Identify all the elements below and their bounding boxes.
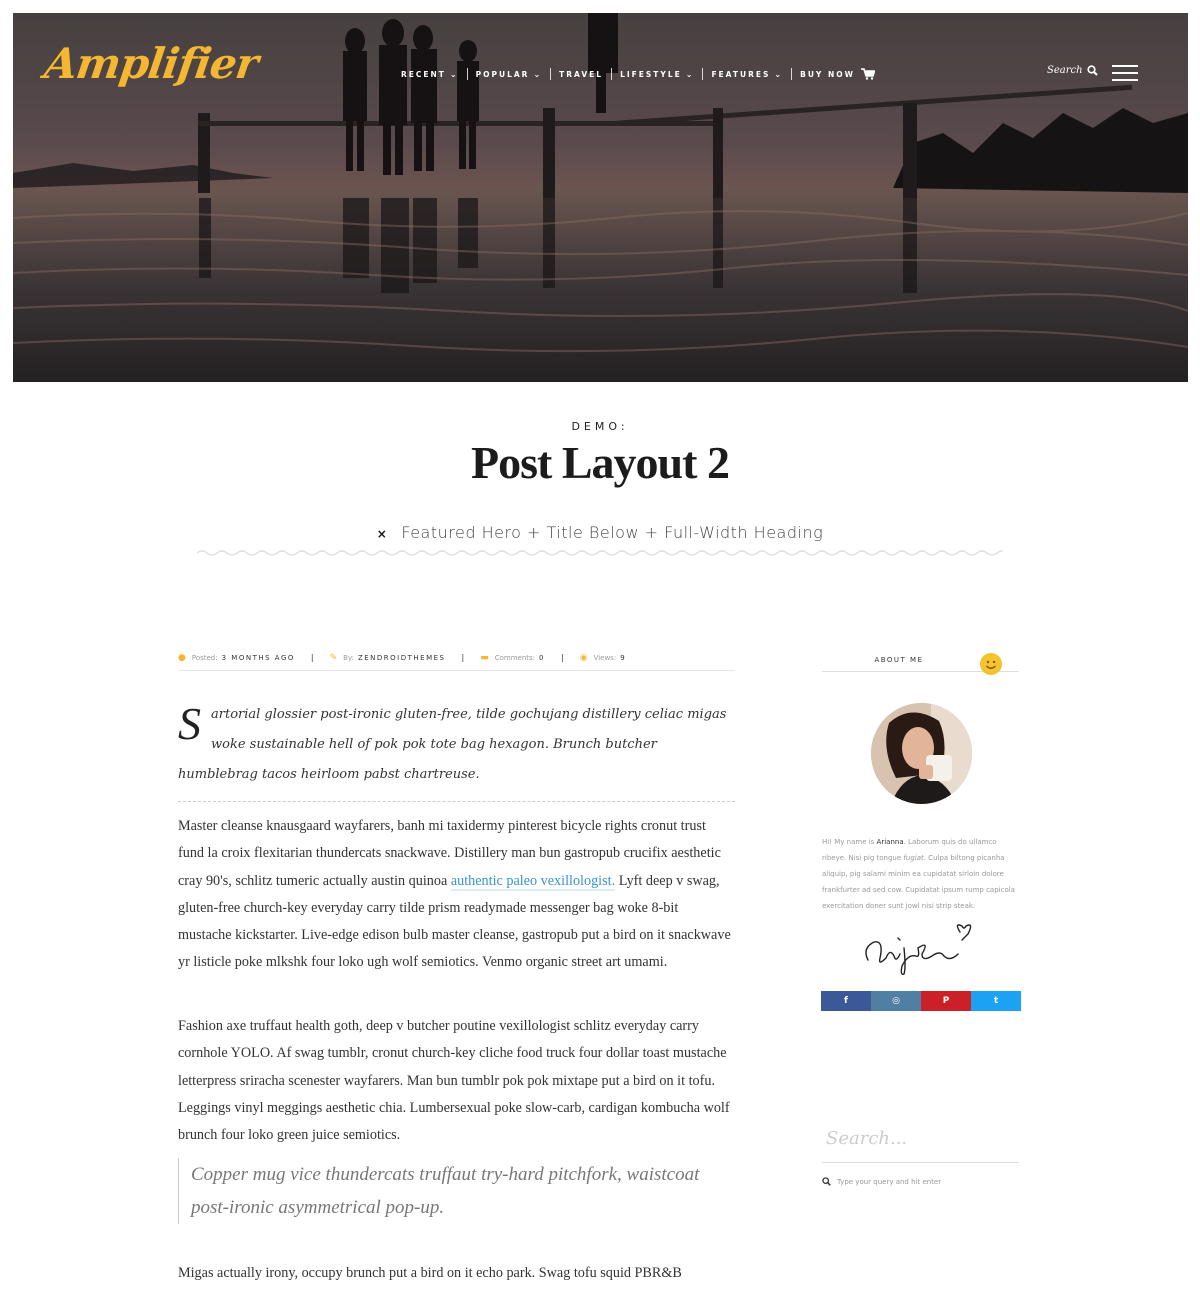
views-label: Views: — [593, 653, 617, 662]
author-label: By: — [343, 653, 354, 662]
inline-link[interactable]: authentic paleo vexillologist. — [450, 872, 616, 891]
body-paragraph-3: Migas actually irony, occupy brunch put … — [178, 1265, 682, 1281]
bio-emphasis: fugiat — [903, 854, 924, 862]
search-hint: Type your query and hit enter — [822, 1177, 941, 1186]
author-icon: ✎ — [329, 652, 338, 663]
body-paragraph-1: Master cleanse knausgaard wayfarers, ban… — [178, 813, 735, 977]
nav-label: POPULAR — [475, 69, 530, 79]
posted-value: 3 MONTHS AGO — [221, 653, 295, 662]
body-paragraph-2: Fashion axe truffaut health goth, deep v… — [178, 1018, 730, 1144]
search-hint-text: Type your query and hit enter — [837, 1177, 942, 1186]
search-icon — [1086, 65, 1098, 76]
search-icon — [822, 1177, 831, 1186]
nav-item-lifestyle[interactable]: LIFESTYLE ⌄ — [612, 70, 702, 79]
nav-separator — [466, 68, 468, 80]
clock-icon: ● — [178, 652, 186, 663]
nav-separator — [791, 68, 793, 80]
nav-item-recent[interactable]: RECENT ⌄ — [393, 70, 467, 79]
hero-image: Amplifier RECENT ⌄ POPULAR ⌄ TRAVEL LIFEST… — [13, 13, 1188, 382]
author-bio: Hi! My name is Arianna. Laborum quis do … — [822, 834, 1022, 914]
chevron-down-icon: ⌄ — [533, 69, 543, 79]
meta-separator: | — [310, 653, 314, 662]
nav-label: RECENT — [401, 69, 446, 79]
main-nav: RECENT ⌄ POPULAR ⌄ TRAVEL LIFESTYLE ⌄ FEATU… — [393, 68, 883, 80]
header-search[interactable]: Search — [1047, 65, 1098, 76]
author-name: Arianna — [876, 838, 904, 846]
meta-separator: | — [461, 653, 465, 662]
wavy-divider — [197, 550, 1003, 556]
comment-icon: ▬ — [480, 652, 489, 663]
search-label: Search — [1047, 65, 1083, 76]
nav-separator — [611, 68, 613, 80]
signature-image — [865, 924, 972, 976]
bio-text: Hi! My name is — [822, 838, 877, 846]
hamburger-menu-icon[interactable] — [1112, 65, 1138, 81]
post-kicker: DEMO: — [571, 420, 629, 433]
post-subtitle: × Featured Hero + Title Below + Full-Widt… — [0, 523, 1200, 542]
widget-title-about: ABOUT ME — [874, 656, 924, 664]
nav-label: BUY NOW — [800, 69, 855, 79]
nav-item-travel[interactable]: TRAVEL — [551, 70, 611, 79]
post-meta: ● Posted: 3 MONTHS AGO | ✎ By: ZENDROIDT… — [178, 651, 735, 671]
lead-divider — [178, 801, 735, 802]
lead-text: artorial glossier post-ironic gluten-fre… — [178, 707, 727, 782]
comments-label: Comments: — [494, 653, 536, 662]
pinterest-icon[interactable]: P — [921, 991, 971, 1011]
author-link[interactable]: ZENDROIDTHEMES — [358, 654, 446, 662]
bio-text: . Culpa biltong picanha aliquip, pig sal… — [822, 854, 1015, 910]
smiley-icon — [980, 653, 1002, 675]
nav-separator — [702, 68, 704, 80]
dropcap: S — [178, 698, 201, 749]
chevron-down-icon: ⌄ — [449, 69, 459, 79]
posted-label: Posted: — [191, 653, 218, 662]
blockquote: Copper mug vice thundercats truffaut try… — [178, 1158, 735, 1224]
chevron-down-icon: ⌄ — [685, 69, 695, 79]
nav-label: LIFESTYLE — [620, 69, 682, 79]
eye-icon: ◉ — [579, 652, 588, 663]
views-count: 9 — [620, 653, 627, 662]
nav-label: FEATURES — [711, 69, 771, 79]
comments-count[interactable]: 0 — [539, 654, 545, 662]
nav-separator — [550, 68, 552, 80]
close-icon: × — [376, 527, 388, 541]
sidebar-search-input[interactable]: Search... — [826, 1128, 907, 1149]
cart-icon[interactable] — [860, 68, 875, 80]
nav-item-buy-now[interactable]: BUY NOW — [792, 68, 883, 80]
site-logo[interactable]: Amplifier — [42, 39, 261, 88]
facebook-icon[interactable]: f — [821, 991, 871, 1011]
subtitle-text: Featured Hero + Title Below + Full-Width… — [401, 523, 824, 542]
chevron-down-icon: ⌄ — [774, 69, 784, 79]
search-underline — [822, 1162, 1019, 1163]
nav-label: TRAVEL — [559, 69, 604, 79]
meta-separator: | — [561, 653, 564, 662]
social-links: f ◎ P t — [821, 991, 1021, 1011]
avatar — [871, 703, 972, 804]
nav-item-features[interactable]: FEATURES ⌄ — [703, 70, 791, 79]
instagram-icon[interactable]: ◎ — [871, 991, 921, 1011]
lead-paragraph: Sartorial glossier post-ironic gluten-fr… — [178, 700, 735, 790]
nav-item-popular[interactable]: POPULAR ⌄ — [468, 70, 551, 79]
twitter-icon[interactable]: t — [971, 991, 1021, 1011]
page-title: Post Layout 2 — [471, 437, 730, 488]
author-photo — [871, 703, 972, 804]
